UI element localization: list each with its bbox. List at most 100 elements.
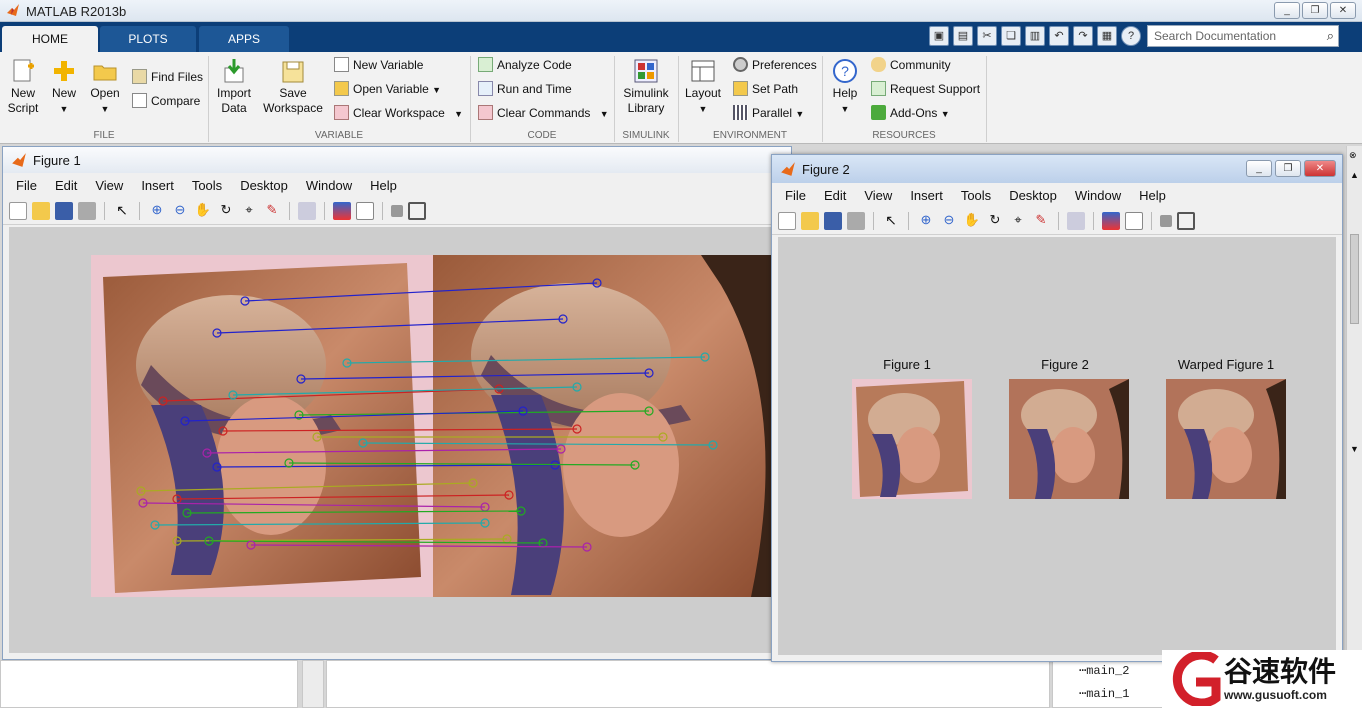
copy-icon[interactable]: ❏ <box>1001 26 1021 46</box>
tab-apps[interactable]: APPS <box>199 26 289 52</box>
hide-plot-tools-icon[interactable] <box>391 204 403 217</box>
tree-item[interactable]: ⋯main_2 <box>1079 663 1129 678</box>
new-figure-icon[interactable] <box>778 211 796 230</box>
hide-plot-tools-icon[interactable] <box>1160 214 1172 227</box>
tree-item[interactable]: ⋯main_1 <box>1079 686 1129 701</box>
parallel-button[interactable]: Parallel ▼ <box>733 104 804 122</box>
pan-icon[interactable]: ✋ <box>963 212 981 230</box>
new-button[interactable]: New ▼ <box>46 58 82 117</box>
legend-icon[interactable] <box>1125 211 1143 230</box>
menu-tools[interactable]: Tools <box>183 178 231 193</box>
rotate-3d-icon[interactable]: ↻ <box>217 202 235 220</box>
set-path-button[interactable]: Set Path <box>733 80 798 98</box>
new-figure-icon[interactable] <box>9 201 27 220</box>
new-variable-button[interactable]: New Variable <box>334 56 423 74</box>
clear-commands-button[interactable]: Clear Commands ▼ <box>478 104 609 122</box>
menu-edit[interactable]: Edit <box>815 188 855 203</box>
redo-icon[interactable]: ↷ <box>1073 26 1093 46</box>
menu-view[interactable]: View <box>855 188 901 203</box>
cut-icon[interactable]: ✂ <box>977 26 997 46</box>
layout-button[interactable]: Layout ▼ <box>682 58 724 117</box>
close-button[interactable]: ✕ <box>1304 160 1336 177</box>
add-ons-button[interactable]: Add-Ons ▼ <box>871 104 950 122</box>
open-file-icon[interactable] <box>32 201 50 220</box>
compare-button[interactable]: Compare <box>132 92 200 110</box>
zoom-out-icon[interactable]: ⊖ <box>171 202 189 220</box>
help-icon[interactable]: ? <box>1121 26 1141 46</box>
community-button[interactable]: Community <box>871 56 951 74</box>
print-icon[interactable] <box>847 211 865 230</box>
figure-2-canvas: Figure 1 Figure 2 Warped Figure 1 <box>778 237 1336 655</box>
scroll-up-icon[interactable]: ▲ <box>1350 170 1359 180</box>
scroll-thumb[interactable] <box>1350 234 1359 324</box>
brush-icon[interactable]: ✎ <box>263 202 281 220</box>
menu-view[interactable]: View <box>86 178 132 193</box>
menu-file[interactable]: File <box>7 178 46 193</box>
save-icon[interactable] <box>824 211 842 230</box>
menu-tools[interactable]: Tools <box>952 188 1000 203</box>
brush-icon[interactable]: ✎ <box>1032 212 1050 230</box>
request-support-button[interactable]: Request Support <box>871 80 980 98</box>
help-button[interactable]: ? Help ▼ <box>828 58 862 117</box>
search-icon[interactable]: ⌕ <box>1327 28 1334 44</box>
menu-desktop[interactable]: Desktop <box>1000 188 1066 203</box>
show-plot-tools-icon[interactable] <box>408 201 426 220</box>
menu-file[interactable]: File <box>776 188 815 203</box>
clear-workspace-button[interactable]: Clear Workspace ▼ <box>334 104 463 122</box>
open-variable-button[interactable]: Open Variable ▼ <box>334 80 441 98</box>
save-workspace-button[interactable]: Save Workspace <box>262 58 324 116</box>
scroll-down-icon[interactable]: ▼ <box>1350 444 1359 454</box>
import-data-button[interactable]: Import Data <box>212 58 256 116</box>
menu-desktop[interactable]: Desktop <box>231 178 297 193</box>
menu-edit[interactable]: Edit <box>46 178 86 193</box>
open-button[interactable]: Open ▼ <box>86 58 124 117</box>
tab-home[interactable]: HOME <box>2 26 98 52</box>
undo-icon[interactable]: ↶ <box>1049 26 1069 46</box>
save-workspace-icon <box>282 61 304 83</box>
menu-window[interactable]: Window <box>1066 188 1130 203</box>
zoom-in-icon[interactable]: ⊕ <box>917 212 935 230</box>
preferences-button[interactable]: Preferences <box>733 56 817 74</box>
colorbar-icon[interactable] <box>333 201 351 220</box>
new-script-button[interactable]: New Script <box>4 58 42 116</box>
show-plot-tools-icon[interactable] <box>1177 211 1195 230</box>
link-plot-icon[interactable] <box>1067 211 1085 230</box>
maximize-button[interactable]: ❐ <box>1302 2 1328 19</box>
search-documentation-input[interactable]: Search Documentation ⌕ <box>1147 25 1339 47</box>
maximize-button[interactable]: ❐ <box>1275 160 1301 177</box>
save-icon[interactable]: ▤ <box>953 26 973 46</box>
close-button[interactable]: ✕ <box>1330 2 1356 19</box>
zoom-in-icon[interactable]: ⊕ <box>148 202 166 220</box>
pan-icon[interactable]: ✋ <box>194 202 212 220</box>
pointer-icon[interactable]: ↖ <box>882 212 900 230</box>
data-cursor-icon[interactable]: ⌖ <box>240 202 258 220</box>
switch-windows-icon[interactable]: ▦ <box>1097 26 1117 46</box>
find-files-button[interactable]: Find Files <box>132 68 203 86</box>
link-plot-icon[interactable] <box>298 201 316 220</box>
quick-access-icon[interactable]: ▣ <box>929 26 949 46</box>
menu-insert[interactable]: Insert <box>132 178 183 193</box>
open-file-icon[interactable] <box>801 211 819 230</box>
save-icon[interactable] <box>55 201 73 220</box>
paste-icon[interactable]: ▥ <box>1025 26 1045 46</box>
rotate-3d-icon[interactable]: ↻ <box>986 212 1004 230</box>
print-icon[interactable] <box>78 201 96 220</box>
minimize-button[interactable]: _ <box>1274 2 1300 19</box>
menu-help[interactable]: Help <box>1130 188 1175 203</box>
legend-icon[interactable] <box>356 201 374 220</box>
simulink-library-button[interactable]: Simulink Library <box>618 58 674 116</box>
zoom-out-icon[interactable]: ⊖ <box>940 212 958 230</box>
colorbar-icon[interactable] <box>1102 211 1120 230</box>
side-scrollbar[interactable]: ⊗ ▲ ▼ <box>1346 146 1362 660</box>
minimize-button[interactable]: _ <box>1246 160 1272 177</box>
data-cursor-icon[interactable]: ⌖ <box>1009 212 1027 230</box>
panel-scrollbar[interactable] <box>302 660 324 708</box>
pointer-icon[interactable]: ↖ <box>113 202 131 220</box>
collapse-icon[interactable]: ⊗ <box>1349 150 1357 161</box>
tab-plots[interactable]: PLOTS <box>100 26 196 52</box>
menu-insert[interactable]: Insert <box>901 188 952 203</box>
menu-window[interactable]: Window <box>297 178 361 193</box>
analyze-code-button[interactable]: Analyze Code <box>478 56 572 74</box>
menu-help[interactable]: Help <box>361 178 406 193</box>
run-and-time-button[interactable]: Run and Time <box>478 80 572 98</box>
